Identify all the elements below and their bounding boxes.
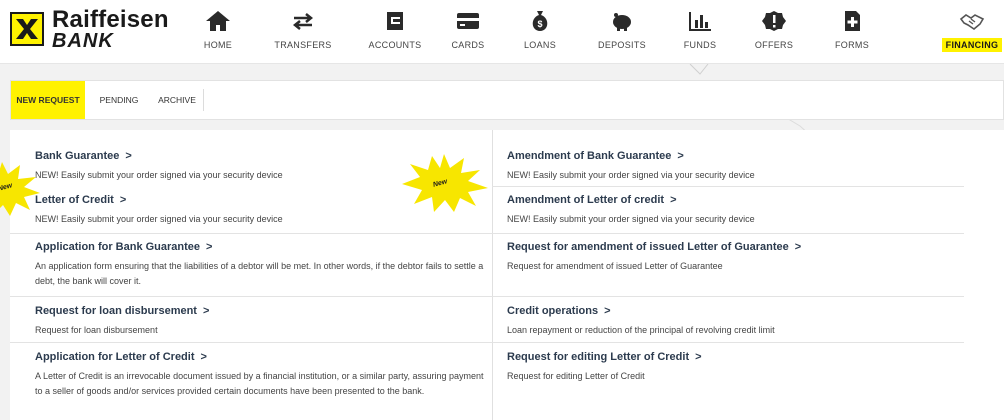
chevron-right-icon: >	[604, 305, 611, 317]
nav-loans-label: LOANS	[523, 40, 556, 50]
request-item-title-text: Amendment of Letter of credit	[507, 194, 665, 206]
nav-forms-label: FORMS	[835, 40, 869, 50]
request-item-description: Request for amendment of issued Letter o…	[507, 261, 723, 271]
nav-funds[interactable]: FUNDS	[680, 0, 720, 64]
request-item-description: An application form ensuring that the li…	[35, 261, 484, 286]
tab-new-request[interactable]: NEW REQUEST	[11, 81, 85, 119]
nav-home[interactable]: HOME	[195, 0, 241, 64]
bar-chart-icon	[689, 12, 711, 31]
request-tabs: NEW REQUEST PENDING ARCHIVE	[10, 80, 1004, 120]
request-item-description: NEW! Easily submit your order signed via…	[507, 214, 755, 224]
column-separator	[492, 130, 493, 420]
request-item-title-text: Letter of Credit	[35, 194, 114, 206]
request-item[interactable]: Request for loan disbursement > Request f…	[35, 305, 485, 338]
request-item-description: A Letter of Credit is an irrevocable doc…	[35, 371, 484, 396]
request-item-title[interactable]: Request for editing Letter of Credit >	[507, 351, 957, 363]
tab-pending[interactable]: PENDING	[91, 81, 147, 119]
request-item-title-text: Request for loan disbursement	[35, 305, 197, 317]
card-icon	[457, 13, 479, 29]
request-item[interactable]: Request for editing Letter of Credit > Re…	[507, 351, 957, 384]
nav-loans[interactable]: $ LOANS	[520, 0, 560, 64]
chevron-right-icon: >	[677, 150, 684, 162]
logo-text-bank: BANK	[52, 30, 114, 52]
request-item[interactable]: Amendment of Bank Guarantee > NEW! Easily…	[507, 150, 957, 183]
nav-transfers-label: TRANSFERS	[274, 40, 332, 50]
row-divider	[492, 233, 964, 234]
nav-accounts[interactable]: ACCOUNTS	[365, 0, 425, 64]
badge-icon	[762, 11, 786, 31]
nav-offers[interactable]: OFFERS	[752, 0, 796, 64]
request-item[interactable]: Request for amendment of issued Letter o…	[507, 241, 957, 274]
raiffeisen-logo[interactable]: Raiffeisen BANK	[8, 4, 178, 52]
request-item-description: NEW! Easily submit your order signed via…	[35, 214, 283, 224]
request-item-title[interactable]: Application for Letter of Credit >	[35, 351, 485, 363]
nav-offers-label: OFFERS	[754, 40, 794, 50]
request-item-title-text: Request for editing Letter of Credit	[507, 351, 690, 363]
request-item-title[interactable]: Credit operations >	[507, 305, 957, 317]
request-item-title[interactable]: Request for amendment of issued Letter o…	[507, 241, 957, 253]
chevron-right-icon: >	[206, 241, 213, 253]
row-divider	[10, 233, 492, 234]
chevron-right-icon: >	[119, 194, 127, 206]
nav-accounts-label: ACCOUNTS	[368, 40, 422, 50]
nav-cards[interactable]: CARDS	[448, 0, 488, 64]
tab-archive[interactable]: ARCHIVE	[151, 81, 203, 119]
request-item-title-text: Request for amendment of issued Letter o…	[507, 241, 789, 253]
handshake-icon	[959, 14, 985, 30]
chevron-right-icon: >	[125, 150, 132, 162]
request-item-title-text: Application for Bank Guarantee	[35, 241, 201, 253]
svg-text:$: $	[537, 19, 542, 29]
nav-funds-label: FUNDS	[683, 40, 717, 50]
request-item-title-text: Bank Guarantee	[35, 150, 120, 162]
chevron-right-icon: >	[670, 194, 677, 206]
nav-financing-label: FINANCING	[941, 38, 1003, 52]
nav-deposits-label: DEPOSITS	[598, 40, 646, 50]
row-divider	[492, 296, 964, 297]
nav-home-label: HOME	[203, 40, 233, 50]
house-icon	[206, 11, 230, 31]
request-item-description: Request for editing Letter of Credit	[507, 371, 645, 381]
request-item-title[interactable]: Request for loan disbursement >	[35, 305, 485, 317]
nav-deposits[interactable]: DEPOSITS	[595, 0, 649, 64]
account-icon	[387, 12, 403, 30]
chevron-right-icon: >	[695, 351, 702, 363]
chevron-right-icon: >	[202, 305, 210, 317]
row-divider	[492, 186, 964, 187]
row-divider	[492, 342, 964, 343]
logo-crossed-horses-icon	[10, 12, 44, 46]
request-item[interactable]: Application for Bank Guarantee > An appli…	[35, 241, 485, 289]
tab-divider	[203, 89, 204, 111]
request-item-title[interactable]: Amendment of Bank Guarantee >	[507, 150, 957, 162]
request-item-title[interactable]: Application for Bank Guarantee >	[35, 241, 485, 253]
request-item-title[interactable]: Amendment of Letter of credit >	[507, 194, 957, 206]
nav-transfers[interactable]: TRANSFERS	[272, 0, 334, 64]
nav-cards-label: CARDS	[451, 40, 485, 50]
nav-financing[interactable]: FINANCING	[940, 0, 1004, 64]
top-navigation-bar: Raiffeisen BANK HOME TRANSFERS ACCOUNTS …	[0, 0, 1004, 64]
piggy-bank-icon	[613, 13, 631, 31]
request-item[interactable]: Amendment of Letter of credit > NEW! Easi…	[507, 194, 957, 227]
request-item-description: Loan repayment or reduction of the princ…	[507, 325, 775, 335]
chevron-right-icon: >	[200, 351, 207, 363]
request-item-title-text: Credit operations	[507, 305, 599, 317]
request-item-description: Request for loan disbursement	[35, 325, 158, 335]
transfer-arrows-icon	[292, 13, 314, 30]
request-item-description: NEW! Easily submit your order signed via…	[507, 170, 755, 180]
nav-forms[interactable]: FORMS	[830, 0, 874, 64]
request-item-title-text: Amendment of Bank Guarantee	[507, 150, 672, 162]
request-item[interactable]: Credit operations > Loan repayment or red…	[507, 305, 957, 338]
row-divider	[10, 296, 492, 297]
form-add-icon	[845, 11, 860, 31]
chevron-right-icon: >	[794, 241, 802, 253]
request-item-title-text: Application for Letter of Credit	[35, 351, 195, 363]
row-divider	[10, 342, 492, 343]
request-item[interactable]: Application for Letter of Credit > A Lett…	[35, 351, 485, 399]
request-list-panel: Bank Guarantee > NEW! Easily submit your …	[10, 130, 1004, 420]
page: Raiffeisen BANK HOME TRANSFERS ACCOUNTS …	[0, 0, 1004, 420]
money-bag-icon: $	[532, 11, 548, 31]
